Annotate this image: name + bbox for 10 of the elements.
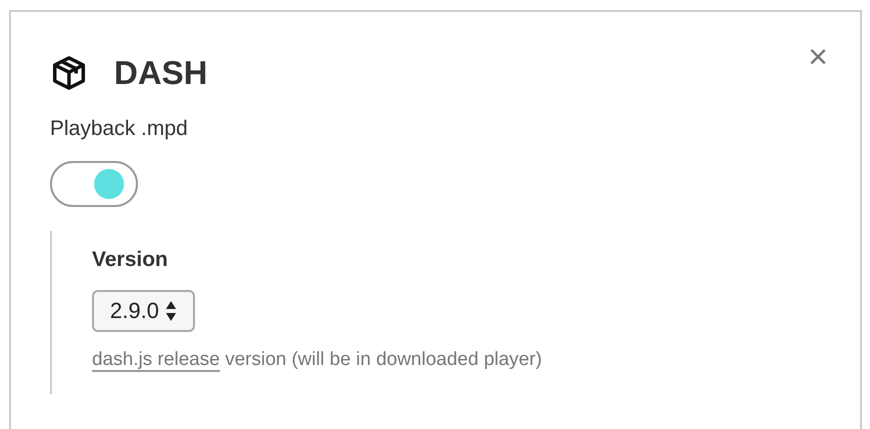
release-link[interactable]: dash.js release [92,348,220,372]
dialog-title: DASH [114,53,208,93]
version-label: Version [92,248,168,270]
close-button[interactable]: × [808,40,828,74]
help-text: dash.js release version (will be in downloaded player) [92,348,542,374]
toggle-label: Playback .mpd [50,118,188,138]
sort-arrows-icon [164,298,177,322]
toggle-switch[interactable] [50,160,138,206]
box-icon [50,54,88,92]
version-select[interactable]: 2.9.0 [92,290,195,332]
